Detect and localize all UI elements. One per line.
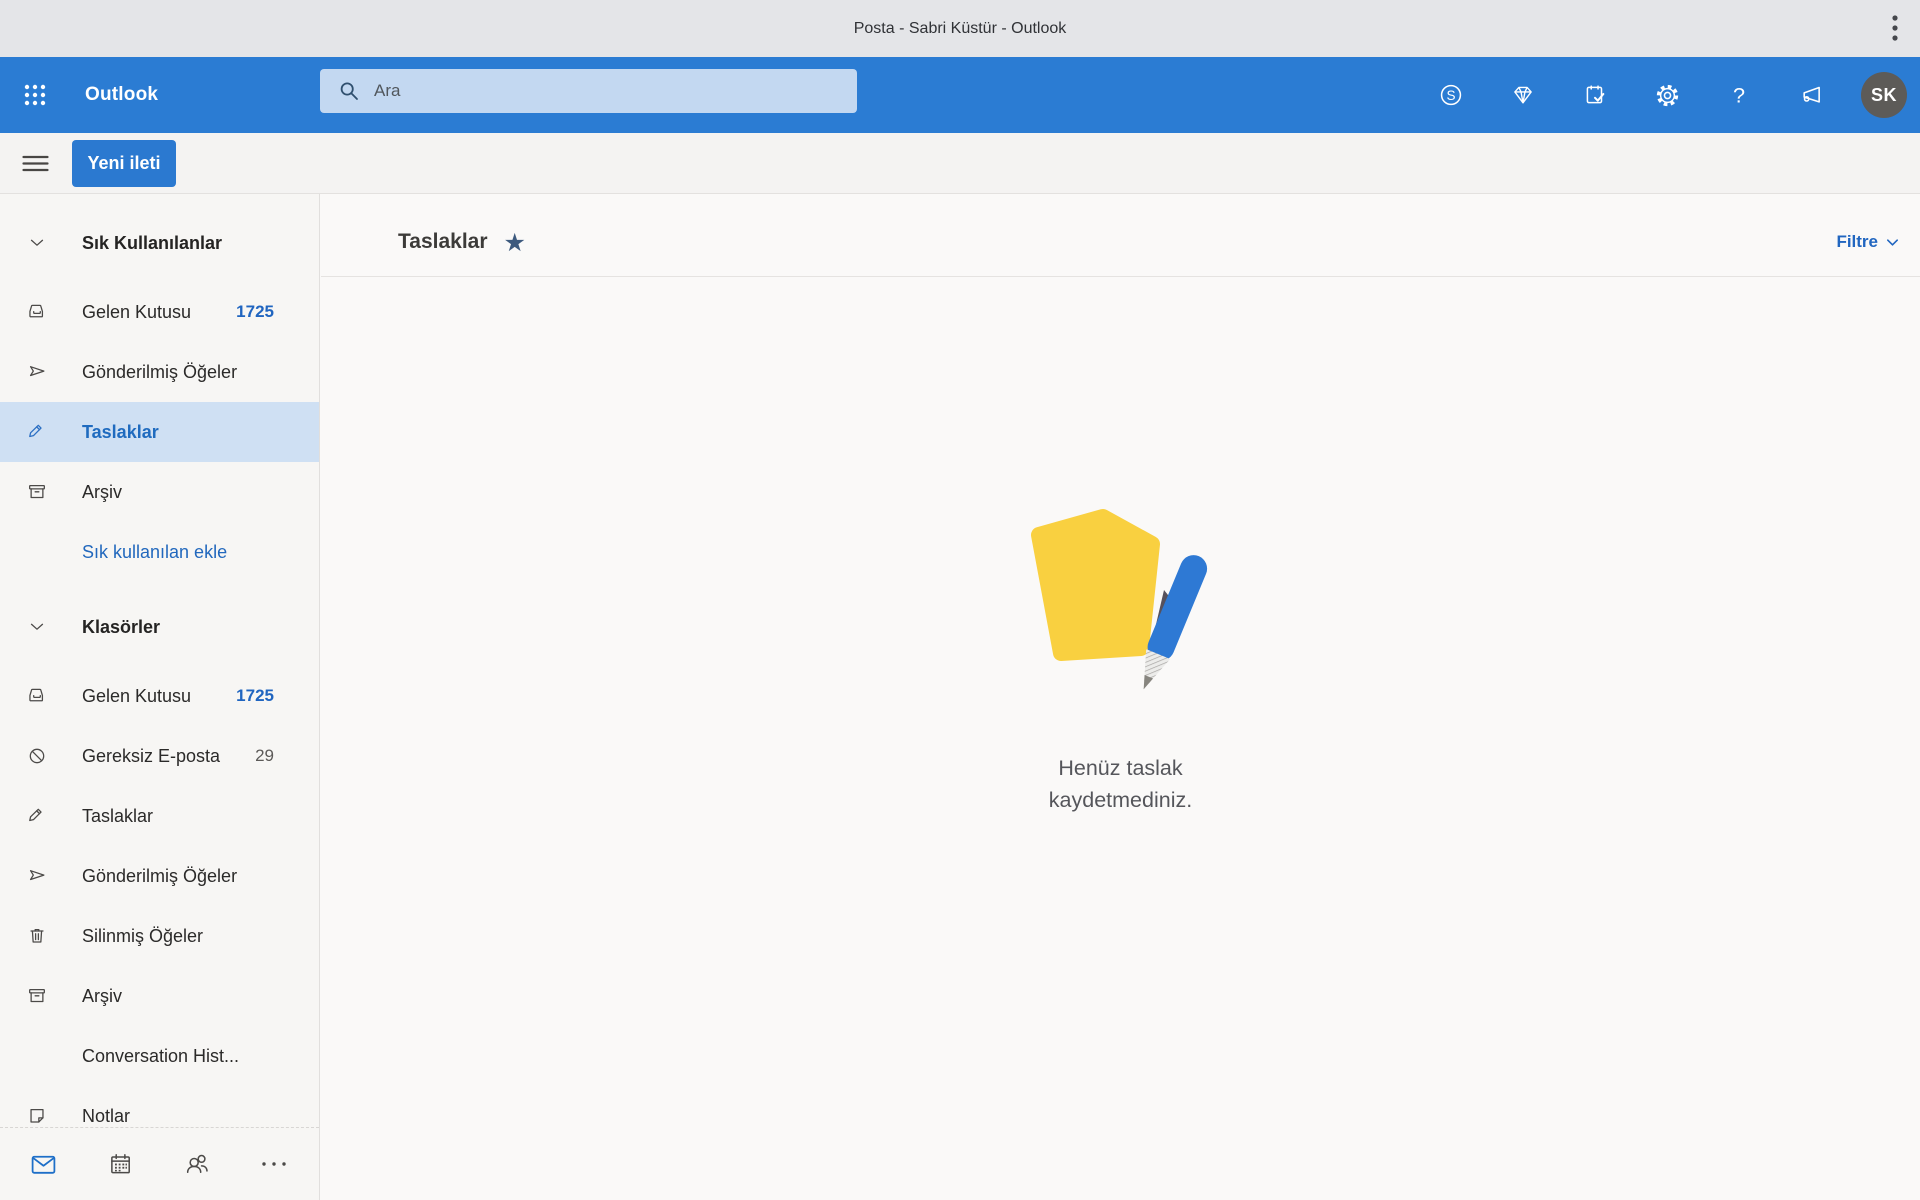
calendar-module-icon[interactable] <box>100 1144 140 1184</box>
search-icon <box>340 82 358 100</box>
appbar-right-icons: S ? SK <box>1429 57 1907 133</box>
mail-module-icon[interactable] <box>23 1144 63 1184</box>
chevron-down-icon <box>0 616 74 638</box>
chevron-down-icon <box>0 232 74 254</box>
item-label: Arşiv <box>82 985 122 1006</box>
folder-sidebar: Sık Kullanılanlar Gelen Kutusu 1725 Gönd… <box>0 194 320 1200</box>
feedback-megaphone-icon[interactable] <box>1789 73 1833 117</box>
item-label: Gönderilmiş Öğeler <box>82 865 238 886</box>
item-label: Sık kullanılan ekle <box>82 541 228 562</box>
item-label: Gelen Kutusu <box>82 685 192 706</box>
item-count: 29 <box>255 746 274 765</box>
empty-line-2: kaydetmediniz. <box>1048 788 1193 812</box>
pencil-icon <box>0 421 74 443</box>
folder-header: Taslaklar ★ Filtre <box>321 194 1920 277</box>
sidebar-item-archive[interactable]: Arşiv <box>0 966 319 1026</box>
item-label: Gereksiz E-posta <box>82 745 221 766</box>
item-label: Taslaklar <box>82 805 154 826</box>
filter-dropdown[interactable]: Filtre <box>1836 232 1900 252</box>
more-modules-ellipsis-icon[interactable] <box>254 1144 294 1184</box>
search-box[interactable] <box>320 69 857 113</box>
sidebar-item-inbox[interactable]: Gelen Kutusu 1725 <box>0 282 319 342</box>
svg-text:?: ? <box>1733 83 1745 108</box>
app-name[interactable]: Outlook <box>85 84 158 106</box>
my-day-tasks-icon[interactable] <box>1573 73 1617 117</box>
blocked-icon <box>0 745 74 767</box>
section-label: Sık Kullanılanlar <box>82 232 223 253</box>
item-label: Gelen Kutusu <box>82 301 192 322</box>
main-content: Taslaklar ★ Filtre Henüz taslak kaydetme… <box>321 194 1920 1200</box>
sidebar-item-inbox[interactable]: Gelen Kutusu 1725 <box>0 666 319 726</box>
inbox-icon <box>0 685 74 707</box>
archive-icon <box>0 481 74 503</box>
unread-count: 1725 <box>236 302 274 321</box>
command-toolbar: Yeni ileti <box>0 133 1920 194</box>
archive-icon <box>0 985 74 1007</box>
avatar-initials: SK <box>1870 84 1897 105</box>
favorites-items: Gelen Kutusu 1725 Gönderilmiş Öğeler Tas… <box>0 282 319 582</box>
app-header-bar: Outlook S <box>0 57 1920 133</box>
note-and-pencil-illustration <box>1030 509 1207 690</box>
window-title: Posta - Sabri Küstür - Outlook <box>853 19 1067 37</box>
trash-icon <box>0 925 74 947</box>
empty-drafts-state: Henüz taslak kaydetmediniz. <box>321 505 1920 816</box>
sidebar-item-archive[interactable]: Arşiv <box>0 462 319 522</box>
premium-diamond-icon[interactable] <box>1501 73 1545 117</box>
chevron-down-icon <box>1887 238 1898 246</box>
account-avatar[interactable]: SK <box>1861 72 1907 118</box>
unread-count: 1725 <box>236 686 274 705</box>
new-message-button[interactable]: Yeni ileti <box>72 139 176 187</box>
page-title: Taslaklar <box>398 230 488 253</box>
item-label: Gönderilmiş Öğeler <box>82 361 238 382</box>
empty-line-1: Henüz taslak <box>1058 756 1183 780</box>
sidebar-item-drafts-selected[interactable]: Taslaklar <box>0 402 319 462</box>
send-icon <box>0 361 74 383</box>
folders-items: Gelen Kutusu 1725 Gereksiz E-posta 29 Ta… <box>0 666 319 1146</box>
add-favorite-link[interactable]: Sık kullanılan ekle <box>0 522 319 582</box>
section-header-favorites[interactable]: Sık Kullanılanlar <box>0 220 319 266</box>
hamburger-menu-icon[interactable] <box>13 141 57 185</box>
item-label: Silinmiş Öğeler <box>82 925 204 946</box>
inbox-icon <box>0 301 74 323</box>
filter-label: Filtre <box>1836 232 1878 251</box>
sidebar-item-conversation-history[interactable]: Conversation Hist... <box>0 1026 319 1086</box>
people-module-icon[interactable] <box>177 1144 217 1184</box>
sidebar-item-sent[interactable]: Gönderilmiş Öğeler <box>0 846 319 906</box>
item-label: Conversation Hist... <box>82 1045 240 1066</box>
favorite-star-icon[interactable]: ★ <box>504 230 526 255</box>
item-label: Notlar <box>82 1105 131 1126</box>
help-question-icon[interactable]: ? <box>1717 73 1761 117</box>
pencil-icon <box>0 805 74 827</box>
section-header-folders[interactable]: Klasörler <box>0 604 319 650</box>
sidebar-item-deleted[interactable]: Silinmiş Öğeler <box>0 906 319 966</box>
app-launcher-waffle-icon[interactable] <box>13 73 57 117</box>
empty-state-message: Henüz taslak kaydetmediniz. <box>1049 752 1192 816</box>
window-titlebar: Posta - Sabri Küstür - Outlook <box>0 0 1920 57</box>
item-label: Arşiv <box>82 481 122 502</box>
settings-gear-icon[interactable] <box>1645 73 1689 117</box>
section-label: Klasörler <box>82 616 161 637</box>
sidebar-item-sent[interactable]: Gönderilmiş Öğeler <box>0 342 319 402</box>
sidebar-item-junk[interactable]: Gereksiz E-posta 29 <box>0 726 319 786</box>
search-input[interactable] <box>374 69 857 113</box>
sidebar-item-drafts[interactable]: Taslaklar <box>0 786 319 846</box>
skype-icon[interactable]: S <box>1429 73 1473 117</box>
browser-menu-kebab-icon[interactable] <box>1886 11 1904 47</box>
module-switcher <box>0 1127 319 1200</box>
svg-text:S: S <box>1446 88 1455 103</box>
note-icon <box>0 1105 74 1127</box>
item-label: Taslaklar <box>82 421 159 442</box>
send-icon <box>0 865 74 887</box>
outlook-mail-screen: Posta - Sabri Küstür - Outlook Outlook A… <box>0 0 1920 1200</box>
